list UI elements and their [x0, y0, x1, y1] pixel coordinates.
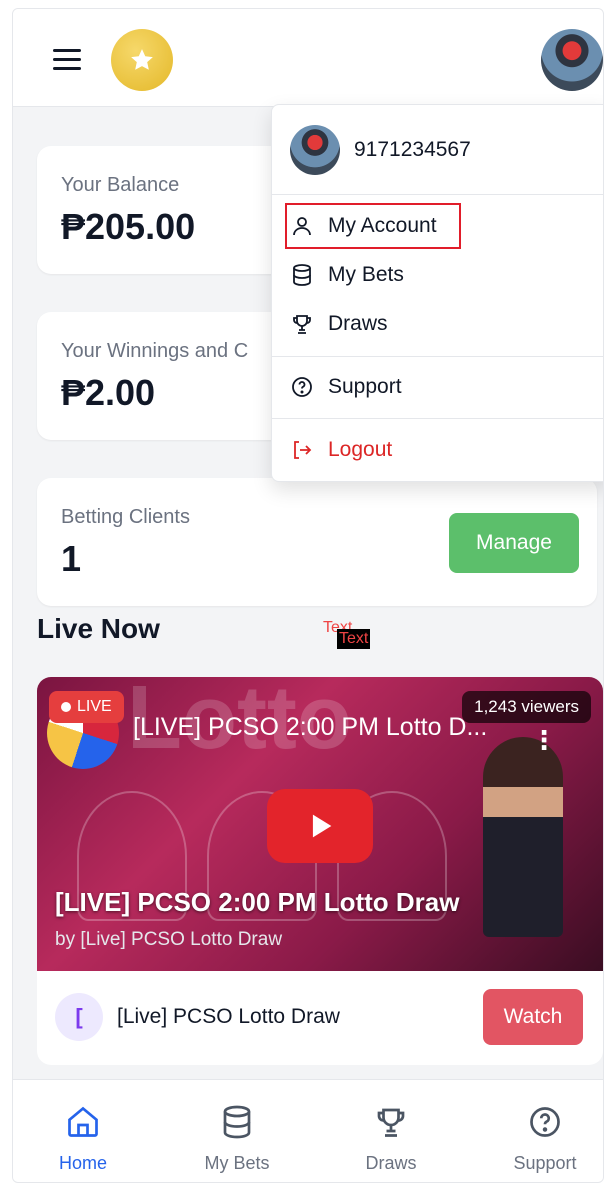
balance-label: Your Balance	[61, 174, 180, 196]
divider	[272, 418, 603, 419]
menu-item-support[interactable]: Support	[290, 367, 402, 407]
balance-value: ₱205.00	[61, 206, 196, 247]
nav-my-bets[interactable]: My Bets	[177, 1104, 297, 1174]
trophy-icon	[293, 315, 311, 334]
bottom-navigation: Home My Bets Draws Support	[13, 1079, 603, 1182]
live-dot-icon	[61, 702, 71, 712]
menu-item-logout-label: Logout	[328, 438, 393, 461]
selection-highlight-box	[285, 203, 461, 249]
menu-item-my-bets[interactable]: My Bets	[290, 255, 404, 295]
menu-item-draws[interactable]: Draws	[290, 304, 388, 344]
dropdown-avatar	[290, 125, 340, 175]
app-frame: Your Balance ₱205.00 Your Winnings and C…	[12, 8, 604, 1183]
nav-draws[interactable]: Draws	[331, 1104, 451, 1174]
help-circle-icon	[530, 1107, 560, 1137]
live-badge: LIVE	[49, 691, 124, 723]
nav-home-label: Home	[58, 1153, 107, 1173]
channel-row: [ [Live] PCSO Lotto Draw Watch	[37, 971, 603, 1065]
menu-item-support-label: Support	[328, 375, 402, 398]
video-title: [LIVE] PCSO 2:00 PM Lotto Draw	[55, 887, 460, 917]
nav-my-bets-label: My Bets	[204, 1153, 270, 1173]
hamburger-menu-icon[interactable]	[51, 47, 85, 73]
video-thumbnail[interactable]: Lotto LIVE [LIVE] PCSO 2:00 PM Lotto D..…	[37, 677, 603, 971]
more-options-icon[interactable]: ⋮	[531, 725, 557, 756]
logout-icon	[294, 441, 312, 459]
clients-label: Betting Clients	[61, 506, 190, 528]
star-logo-icon[interactable]	[111, 29, 173, 91]
home-icon	[68, 1106, 98, 1137]
presenter-figure	[483, 737, 563, 937]
winnings-label: Your Winnings and C	[61, 340, 249, 362]
help-circle-icon	[292, 377, 312, 397]
nav-draws-label: Draws	[365, 1153, 417, 1173]
database-icon	[223, 1105, 251, 1139]
phone-number: 9171234567	[354, 138, 471, 161]
nav-support-label: Support	[513, 1153, 577, 1173]
channel-avatar: [	[55, 993, 103, 1041]
top-bar	[13, 9, 603, 107]
trophy-icon	[377, 1108, 405, 1137]
viewer-count: 1,243 viewers	[462, 691, 591, 723]
menu-item-logout[interactable]: Logout	[290, 430, 392, 470]
nav-support[interactable]: Support	[485, 1104, 603, 1174]
betting-clients-card: Betting Clients 1 Manage	[37, 478, 597, 606]
divider	[272, 194, 603, 195]
divider	[272, 356, 603, 357]
text-overlay-2: Text	[337, 629, 371, 649]
play-button-icon[interactable]	[267, 789, 373, 863]
user-avatar[interactable]	[541, 29, 603, 91]
live-badge-label: LIVE	[77, 698, 112, 715]
live-now-heading: Live Now	[37, 613, 160, 644]
menu-item-my-bets-label: My Bets	[328, 263, 404, 286]
manage-button[interactable]: Manage	[449, 513, 579, 573]
live-video-card: Lotto LIVE [LIVE] PCSO 2:00 PM Lotto D..…	[37, 677, 603, 1065]
menu-item-draws-label: Draws	[328, 312, 388, 335]
video-byline: by [Live] PCSO Lotto Draw	[55, 929, 283, 950]
clients-value: 1	[61, 538, 82, 579]
account-dropdown-menu: 9171234567 My Account My Bets Draws Supp…	[271, 104, 603, 482]
winnings-value: ₱2.00	[61, 372, 156, 413]
watch-button[interactable]: Watch	[483, 989, 583, 1045]
database-icon	[293, 264, 311, 286]
nav-home[interactable]: Home	[23, 1104, 143, 1174]
channel-name: [Live] PCSO Lotto Draw	[117, 1005, 340, 1028]
